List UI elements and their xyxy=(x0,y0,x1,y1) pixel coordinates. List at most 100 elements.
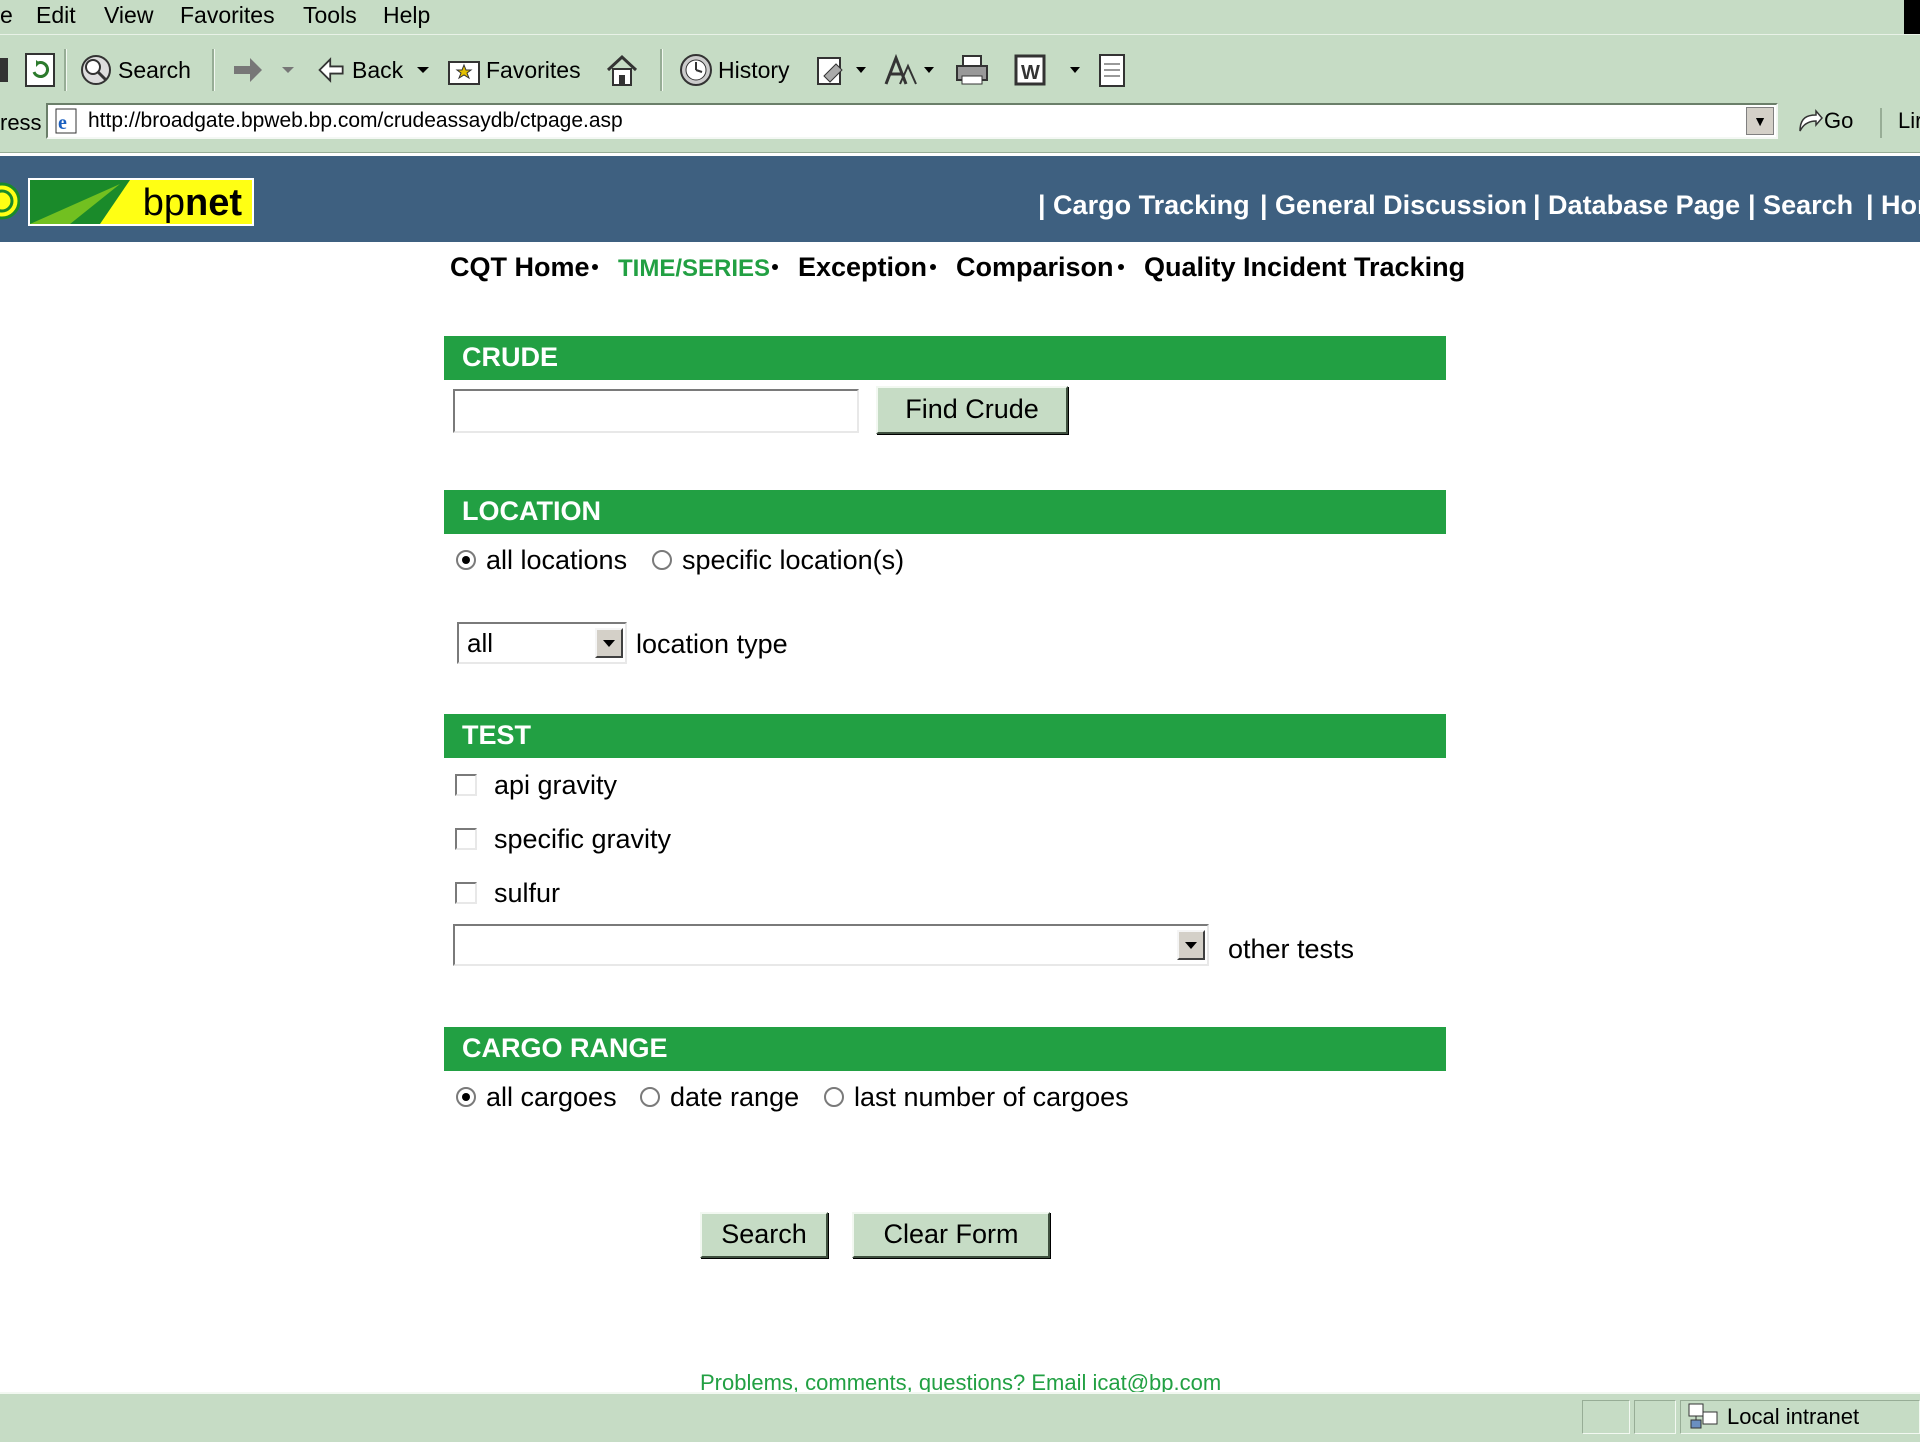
subnav-bullet xyxy=(1118,264,1124,270)
go-label: Go xyxy=(1824,108,1854,133)
back-button[interactable]: Back xyxy=(316,47,433,93)
menu-file[interactable]: e xyxy=(0,2,13,29)
status-pane xyxy=(1582,1400,1630,1434)
subnav-bullet xyxy=(592,264,598,270)
subnav-bullet xyxy=(772,264,778,270)
crude-heading: CRUDE xyxy=(462,342,559,372)
last-number-of-cargoes-radio[interactable] xyxy=(824,1087,844,1107)
subnav-comparison[interactable]: Comparison xyxy=(956,252,1114,283)
other-tests-label: other tests xyxy=(1228,934,1355,964)
date-range-label: date range xyxy=(670,1082,800,1112)
test-heading: TEST xyxy=(462,720,532,750)
go-arrow-icon xyxy=(1799,108,1823,132)
security-zone-pane: Local intranet xyxy=(1680,1400,1920,1434)
address-dropdown-icon[interactable]: ▼ xyxy=(1746,107,1774,135)
subnav-quality-incident-tracking[interactable]: Quality Incident Tracking xyxy=(1144,252,1465,283)
search-button[interactable]: Search xyxy=(78,47,191,93)
home-button[interactable] xyxy=(604,47,644,93)
favorites-label: Favorites xyxy=(486,56,581,83)
sulfur-label: sulfur xyxy=(494,878,561,908)
nav-home[interactable]: | Hor xyxy=(1866,190,1920,221)
svg-text:e: e xyxy=(58,112,67,134)
mail-icon xyxy=(817,57,843,85)
size-button[interactable] xyxy=(882,47,936,93)
forward-arrow-icon xyxy=(234,58,262,82)
specific-locations-label: specific location(s) xyxy=(682,545,905,575)
back-arrow-icon xyxy=(318,57,344,83)
subnav-exception[interactable]: Exception xyxy=(798,252,927,283)
other-tests-select[interactable] xyxy=(453,924,1209,966)
nav-database-page[interactable]: | Database Page xyxy=(1533,190,1740,221)
search-icon xyxy=(81,55,111,85)
refresh-icon xyxy=(25,53,55,87)
address-label: ress xyxy=(0,110,42,135)
specific-locations-radio[interactable] xyxy=(652,550,672,570)
history-button[interactable]: History xyxy=(678,47,790,93)
location-type-select[interactable]: all xyxy=(457,622,627,664)
forward-button[interactable] xyxy=(230,47,298,93)
print-icon xyxy=(956,55,988,85)
address-input[interactable]: e http://broadgate.bpweb.bp.com/crudeass… xyxy=(46,103,1778,139)
nav-search[interactable]: | Search xyxy=(1748,190,1853,221)
date-range-radio[interactable] xyxy=(640,1087,660,1107)
nav-cargo-tracking[interactable]: | Cargo Tracking xyxy=(1038,190,1250,221)
menu-tools[interactable]: Tools xyxy=(303,2,357,29)
status-pane xyxy=(1634,1400,1676,1434)
refresh-button[interactable] xyxy=(22,47,62,93)
favorites-button[interactable]: Favorites xyxy=(446,47,581,93)
mail-dropdown-icon xyxy=(856,67,866,73)
api-gravity-checkbox[interactable] xyxy=(455,774,477,796)
history-label: History xyxy=(718,56,790,83)
specific-gravity-checkbox[interactable] xyxy=(455,828,477,850)
menu-help[interactable]: Help xyxy=(383,2,430,29)
svg-text:W: W xyxy=(1021,62,1040,84)
edit-word-button[interactable]: W xyxy=(1012,47,1082,93)
home-icon xyxy=(606,54,638,86)
all-cargoes-radio[interactable] xyxy=(456,1087,476,1107)
sulfur-checkbox[interactable] xyxy=(455,882,477,904)
clear-form-button[interactable]: Clear Form xyxy=(852,1212,1050,1258)
test-section-header: TEST xyxy=(444,714,1446,758)
menu-view[interactable]: View xyxy=(104,2,153,29)
location-heading: LOCATION xyxy=(462,496,601,526)
history-icon xyxy=(680,54,712,86)
crude-input[interactable] xyxy=(453,389,859,433)
word-icon: W xyxy=(1014,54,1046,86)
specific-gravity-label: specific gravity xyxy=(494,824,672,854)
logo-text: bpnet xyxy=(142,182,242,224)
last-number-of-cargoes-label: last number of cargoes xyxy=(854,1082,1129,1112)
all-locations-radio[interactable] xyxy=(456,550,476,570)
cargo-range-section-header: CARGO RANGE xyxy=(444,1027,1446,1071)
location-section-header: LOCATION xyxy=(444,490,1446,534)
cargo-range-heading: CARGO RANGE xyxy=(462,1033,668,1063)
discuss-button[interactable] xyxy=(1094,47,1134,93)
menu-edit[interactable]: Edit xyxy=(36,2,76,29)
subnav-cqt-home[interactable]: CQT Home xyxy=(450,252,590,283)
print-button[interactable] xyxy=(954,47,994,93)
nav-general-discussion[interactable]: | General Discussion xyxy=(1260,190,1527,221)
api-gravity-label: api gravity xyxy=(494,770,618,800)
menu-favorites[interactable]: Favorites xyxy=(180,2,275,29)
links-label[interactable]: Lir xyxy=(1898,108,1920,134)
favorites-icon xyxy=(448,61,480,85)
menu-bar: e Edit View Favorites Tools Help xyxy=(0,0,1920,34)
mail-button[interactable] xyxy=(814,47,868,93)
edit-dropdown-icon xyxy=(1070,67,1080,73)
location-type-label: location type xyxy=(636,629,788,659)
zone-label: Local intranet xyxy=(1727,1404,1860,1429)
find-crude-button[interactable]: Find Crude xyxy=(876,386,1068,434)
toolbar: Search Back Favorites History W xyxy=(0,34,1920,104)
intranet-icon xyxy=(1688,1403,1718,1429)
stop-button[interactable] xyxy=(0,47,14,93)
subnav-bullet xyxy=(930,264,936,270)
bp-helios-icon xyxy=(0,182,20,220)
go-button[interactable]: Go xyxy=(1796,104,1853,138)
crude-section-header: CRUDE xyxy=(444,336,1446,380)
bpnet-logo[interactable]: bpnet xyxy=(28,178,254,226)
subnav-time-series[interactable]: TIME/SERIES xyxy=(618,255,770,283)
status-bar xyxy=(0,1392,1920,1442)
chevron-down-icon[interactable] xyxy=(595,628,623,658)
search-submit-button[interactable]: Search xyxy=(700,1212,828,1258)
chevron-down-icon[interactable] xyxy=(1177,930,1205,960)
all-locations-label: all locations xyxy=(486,545,628,575)
